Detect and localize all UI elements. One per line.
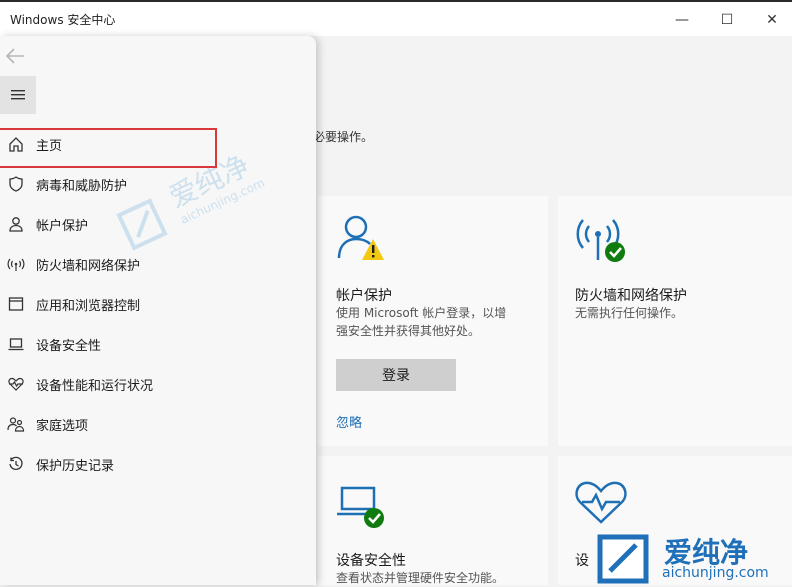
menu-button[interactable]	[0, 76, 36, 114]
account-protection-title: 帐户保护	[336, 288, 392, 304]
minimize-button[interactable]: —	[662, 6, 702, 34]
sign-in-button[interactable]: 登录	[336, 359, 456, 391]
history-icon	[7, 455, 25, 473]
firewall-title: 防火墙和网络保护	[575, 288, 687, 304]
device-performance-title: 设	[575, 553, 589, 569]
nav-item-label: 帐户保护	[36, 218, 89, 234]
window-title: Windows 安全中心	[10, 13, 116, 27]
family-icon	[7, 415, 25, 433]
wifi-icon	[7, 255, 25, 273]
device-security-title: 设备安全性	[336, 553, 406, 569]
person-icon	[7, 215, 25, 233]
nav-item-family-options[interactable]: 家庭选项	[0, 404, 316, 444]
laptop-check-icon	[337, 486, 384, 528]
close-button[interactable]: ✕	[752, 6, 792, 34]
nav-item-device-performance[interactable]: 设备性能和运行状况	[0, 364, 316, 404]
browser-window-icon	[7, 295, 25, 313]
laptop-icon	[7, 335, 25, 353]
account-protection-desc-line1: 使用 Microsoft 帐户登录，以增	[336, 306, 507, 320]
nav-item-label: 保护历史记录	[36, 458, 115, 474]
watermark-corner: 爱纯净 aichunjing.com	[596, 531, 792, 585]
dismiss-link[interactable]: 忽略	[336, 412, 362, 431]
account-protection-desc-line2: 强安全性并获得其他好处。	[336, 324, 481, 338]
nav-item-label: 家庭选项	[36, 418, 89, 434]
watermark-logo-icon	[597, 534, 649, 584]
minimize-icon: —	[675, 12, 689, 28]
firewall-desc: 无需执行任何操作。	[575, 306, 684, 320]
maximize-button[interactable]: ☐	[707, 6, 747, 34]
nav-item-device-security[interactable]: 设备安全性	[0, 324, 316, 364]
person-warning-icon	[337, 215, 384, 260]
close-icon: ✕	[766, 12, 778, 28]
nav-item-label: 病毒和威胁防护	[36, 178, 128, 194]
nav-item-label: 应用和浏览器控制	[36, 298, 141, 314]
back-arrow-icon[interactable]	[4, 44, 28, 68]
wifi-check-icon	[576, 219, 625, 262]
nav-item-label: 防火墙和网络保护	[36, 258, 141, 274]
watermark-url: aichunjing.com	[662, 565, 769, 581]
navigation-pane: 主页 病毒和威胁防护 帐户保护 防火墙和网络保护 应用和浏览器控制 设备安全性	[0, 36, 316, 585]
shield-icon	[7, 175, 25, 193]
maximize-icon: ☐	[720, 12, 734, 28]
heart-pulse-icon	[7, 375, 25, 393]
selection-highlight-box	[0, 128, 217, 168]
heart-pulse-icon	[575, 481, 627, 524]
nav-item-label: 设备性能和运行状况	[36, 378, 154, 394]
title-bar: Windows 安全中心 — ☐ ✕	[0, 0, 792, 36]
nav-item-label: 设备安全性	[36, 338, 102, 354]
partial-note: 必要操作。	[313, 130, 374, 144]
nav-item-protection-history[interactable]: 保护历史记录	[0, 444, 316, 484]
device-security-desc: 查看状态并管理硬件安全功能。	[336, 571, 505, 585]
hamburger-icon	[11, 90, 25, 100]
